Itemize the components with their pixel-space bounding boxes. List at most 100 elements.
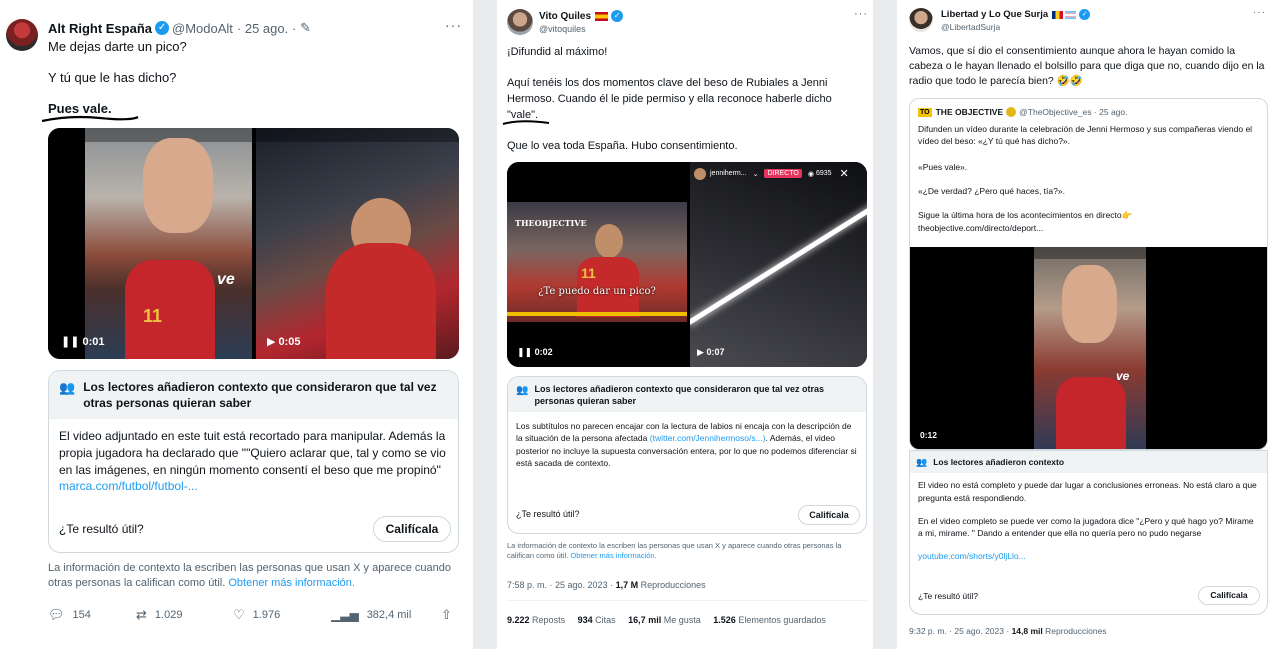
note-body: El video no está completo y puede dar lu… [918,480,1257,503]
tweet-media[interactable]: THEOBJECTIVE 11 ¿Te puedo dar un pico? j… [507,162,867,367]
tweet-media[interactable]: 11 ve ❚❚ 0:01 ▶ 0:05 [48,128,459,359]
useful-question: ¿Te resultó útil? [59,522,144,536]
note-body: El video adjuntado en este tuit está rec… [59,429,446,477]
avatar[interactable] [909,8,933,32]
tweet-line-3: Que lo vea toda España. Hubo consentimie… [507,140,738,152]
reposts-stat[interactable]: 9.222 Reposts [507,615,565,625]
live-badge: DIRECTO [764,169,802,178]
avatar[interactable] [6,19,38,51]
useful-question: ¿Te resultó útil? [918,591,978,601]
pause-icon[interactable]: ❚❚ [61,336,79,348]
rate-button[interactable]: Califícala [373,516,451,542]
tweet-line-2: Y tú que le has dicho? [48,70,177,85]
reply-icon: 💬︎ [48,607,65,622]
views-button[interactable]: ▁▃▅ 382,4 mil [331,607,441,623]
verified-icon: ✓ [611,10,624,22]
community-note: 👥 Los lectores añadieron contexto que co… [507,376,867,534]
rate-button[interactable]: Califícala [1198,586,1260,605]
quote-line-3: «¿De verdad? ¿Pero qué haces, tía?». [918,186,1065,196]
handwritten-underline [41,115,139,123]
saves-stat[interactable]: 1.526 Elementos guardados [713,615,826,625]
avatar[interactable] [507,9,533,35]
quote-line-2: «Pues vale». [918,162,968,172]
community-note: 👥 Los lectores añadieron contexto El vid… [909,450,1268,615]
quotes-stat[interactable]: 934 Citas [578,615,616,625]
tweet-line-2: Aquí tenéis los dos momentos clave del b… [507,77,832,105]
play-icon[interactable]: ▶ [267,336,275,348]
close-icon[interactable]: ✕ [840,167,849,180]
repost-icon: ⇄ [136,607,147,622]
more-info-link[interactable]: Obtener más información. [570,551,656,560]
gold-verified-icon [1006,107,1017,117]
quote-author-handle: @TheObjective_es · 25 ago. [1019,107,1128,117]
author-handle[interactable]: @LibertadSurja [941,22,1000,32]
video-time-1: 0:01 [82,336,105,348]
video-2[interactable] [256,128,459,359]
pause-icon[interactable]: ❚❚ [517,347,532,357]
note-body-2: En el video completo se puede ver como l… [918,515,1254,539]
trans-flag-icon [1065,10,1077,19]
note-link[interactable]: (twitter.com/Jennihermoso/s...) [650,433,766,443]
tweet-panel-2: Vito Quiles ✓ @vitoquiles ··· ¡Difundid … [497,0,873,649]
more-options-icon[interactable]: ··· [854,8,868,20]
note-title: Los lectores añadieron contexto [933,457,1065,467]
author-name[interactable]: Vito Quiles [539,11,591,22]
tweet-timestamp[interactable]: 9:32 p. m. · 25 ago. 2023 · [909,626,1009,636]
play-icon[interactable]: ▶ [697,347,704,357]
video-time-2: 0:07 [706,347,725,357]
views-count: 1,7 M [615,580,639,590]
video-1[interactable]: THEOBJECTIVE 11 ¿Te puedo dar un pico? [507,162,687,367]
like-count: 1.976 [252,609,281,621]
author-handle[interactable]: @vitoquiles [539,24,586,34]
note-title: Los lectores añadieron contexto que cons… [83,380,437,410]
chevron-down-icon: ⌄ [752,170,759,178]
video-time: 0:12 [920,430,938,440]
quote-avatar: TO [918,107,932,117]
tweet-timestamp[interactable]: 7:58 p. m. · 25 ago. 2023 · [507,580,613,590]
like-button[interactable]: ♡ 1.976 [233,607,331,623]
views-count: 14,8 mil [1011,626,1043,636]
note-disclaimer: La información de contexto la escriben l… [507,541,842,561]
quoted-tweet[interactable]: TO THE OBJECTIVE @TheObjective_es · 25 a… [909,98,1268,450]
quote-link[interactable]: theobjective.com/directo/deport... [918,222,1043,234]
video-time-2: 0:05 [278,336,301,348]
more-info-link[interactable]: Obtener más información. [228,577,355,589]
more-options-icon[interactable]: ··· [1253,7,1266,18]
tweet-panel-3: Libertad y Lo Que Surja ✓ @LibertadSurja… [897,0,1280,649]
repost-button[interactable]: ⇄ 1.029 [136,607,233,623]
more-options-icon[interactable]: ··· [445,17,462,33]
bar-chart-icon: ▁▃▅ [331,608,359,622]
handwritten-underline [502,120,550,125]
repost-count: 1.029 [154,609,183,621]
note-title: Los lectores añadieron contexto que cons… [534,384,825,406]
edit-icon: ✎ [300,20,312,35]
share-icon: ⇧ [441,607,452,622]
view-count: 382,4 mil [366,609,412,621]
video-2[interactable]: jenniherm... ⌄ DIRECTO ◉ 6935 ✕ [690,162,867,367]
tweet-panel-1: Alt Right España ✓ @ModoAlt · 25 ago. · … [0,0,473,649]
quote-video[interactable]: ve 0:12 [910,247,1267,449]
views-label: Reproducciones [1045,626,1107,636]
share-button[interactable]: ⇧ [441,607,452,623]
video-1[interactable]: 11 ve [85,128,252,359]
tweet-meta: 7:58 p. m. · 25 ago. 2023 · 1,7 M Reprod… [507,580,706,590]
useful-question: ¿Te resultó útil? [516,509,580,519]
rate-button[interactable]: Califícala [798,505,860,525]
eye-icon: ◉ [807,170,814,178]
reply-count: 154 [72,609,91,621]
note-link[interactable]: marca.com/futbol/futbol-... [59,479,198,493]
tweet-meta: 9:32 p. m. · 25 ago. 2023 · 14,8 mil Rep… [909,626,1107,636]
people-icon: 👥 [59,380,76,395]
likes-stat[interactable]: 16,7 mil Me gusta [628,615,701,625]
reply-button[interactable]: 💬︎ 154 [48,607,136,623]
heart-icon: ♡ [233,607,245,622]
verified-icon: ✓ [1079,9,1091,20]
views-label: Reproducciones [640,580,706,590]
author-name[interactable]: Libertad y Lo Que Surja [941,9,1048,20]
author-name[interactable]: Alt Right España [48,21,152,36]
quote-line-1: Difunden un vídeo durante la celebración… [918,124,1253,147]
note-link[interactable]: youtube.com/shorts/y0ljLlo... [918,550,1259,563]
author-handle[interactable]: @ModoAlt [172,21,233,36]
community-note: 👥 Los lectores añadieron contexto que co… [48,370,459,553]
quote-line-4: Sigue la última hora de los acontecimien… [918,210,1133,220]
